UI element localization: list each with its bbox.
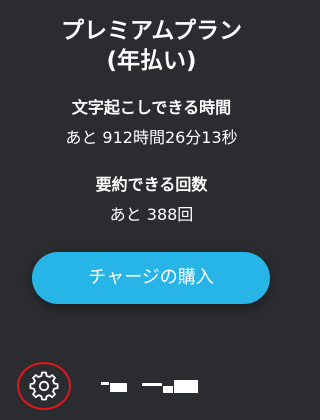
footer-item-2-mark: [142, 383, 162, 386]
transcription-time-label: 文字起こしできる時間: [71, 98, 232, 117]
gear-icon: [29, 371, 59, 401]
summary-count-remaining: あと 388回: [109, 205, 194, 224]
footer-item-2-mark: [174, 380, 198, 393]
purchase-charge-button[interactable]: チャージの購入: [32, 252, 270, 304]
transcription-time-remaining: あと 912時間26分13秒: [65, 128, 238, 147]
footer-item-1-mark: [110, 383, 127, 392]
settings-button[interactable]: [17, 362, 71, 410]
footer-item-1-mark: [101, 382, 109, 385]
plan-title: プレミアムプラン: [60, 18, 242, 44]
plan-billing-period: (年払い): [106, 48, 197, 74]
summary-count-label: 要約できる回数: [95, 175, 208, 194]
plan-status-screen: プレミアムプラン (年払い) 文字起こしできる時間 あと 912時間26分13秒…: [0, 0, 303, 420]
footer-item-2-mark: [163, 386, 173, 393]
